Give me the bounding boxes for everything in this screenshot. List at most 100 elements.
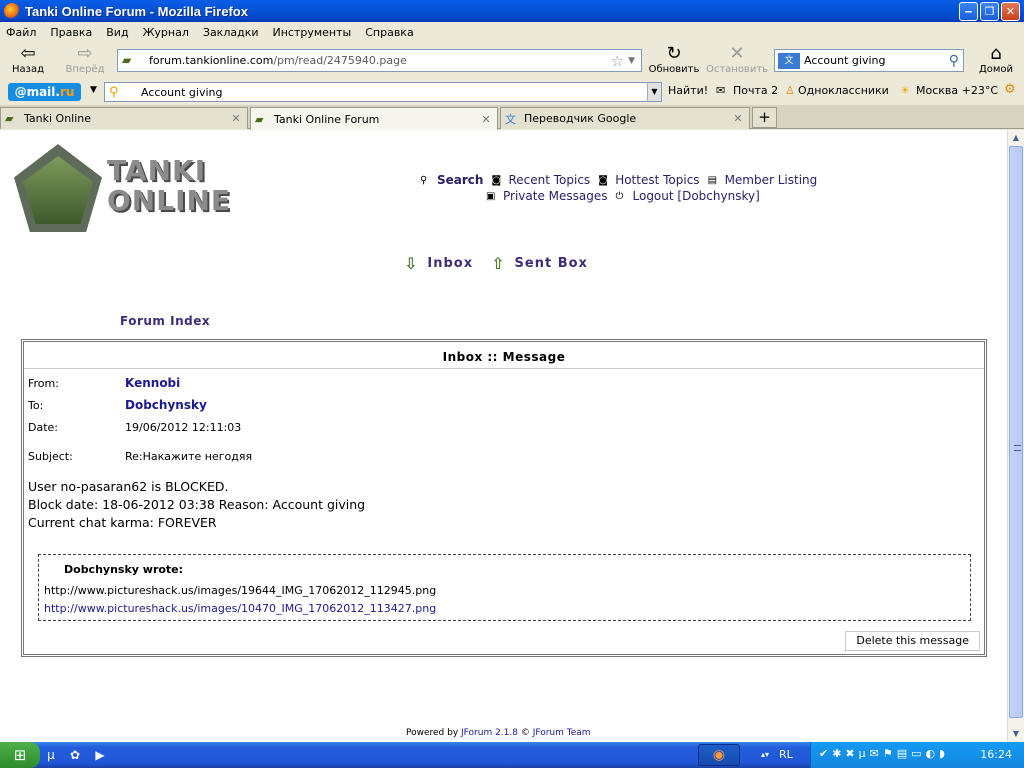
search-bar[interactable]: 文 Account giving ⚲: [774, 49, 964, 72]
subject-value: Re:Накажите негодяя: [125, 450, 253, 463]
date-label: Date:: [28, 421, 58, 434]
back-arrow-icon: ⇦: [20, 43, 36, 64]
hottest-topics-link[interactable]: ◙ Hottest Topics: [598, 173, 699, 187]
url-text[interactable]: forum.tankionline.com/pm/read/2475940.pa…: [149, 54, 611, 67]
minimize-button[interactable]: ‒: [959, 1, 978, 21]
clock: 16:24: [980, 748, 1012, 761]
forum-nav: ⚲ Search ◙ Recent Topics ◙ Hottest Topics ▤…: [420, 173, 840, 203]
tab-title: Tanki Online Forum: [274, 112, 380, 126]
search-input[interactable]: Account giving: [804, 54, 949, 67]
gear-icon[interactable]: ⚙: [1004, 82, 1016, 97]
scroll-thumb[interactable]: [1009, 146, 1023, 718]
quick-launch-icon[interactable]: ✿: [66, 746, 84, 764]
title-bar: Tanki Online Forum - Mozilla Firefox ‒ ❐…: [0, 0, 1024, 22]
mailru-find-button[interactable]: Найти!: [668, 84, 708, 97]
menu-help[interactable]: Справка: [365, 26, 413, 39]
to-user-link[interactable]: Dobchynsky: [125, 398, 207, 412]
forward-arrow-icon: ⇨: [77, 43, 93, 64]
mailru-lens-icon: ⚲: [109, 84, 119, 100]
search-icon: ⚲: [420, 174, 428, 186]
url-bar[interactable]: ▰ forum.tankionline.com/pm/read/2475940.…: [117, 49, 642, 72]
window-title: Tanki Online Forum - Mozilla Firefox: [25, 3, 248, 19]
private-messages-link[interactable]: ▣ Private Messages: [486, 189, 608, 203]
close-button[interactable]: ✕: [1001, 1, 1020, 21]
tank-favicon-icon: ▰: [255, 112, 264, 126]
scroll-up-icon[interactable]: ▲: [1008, 130, 1024, 146]
jforum-link[interactable]: JForum 2.1.8: [461, 728, 518, 738]
reload-icon: ↻: [666, 43, 682, 64]
private-messages-icon: ▣: [486, 190, 496, 202]
vertical-scrollbar[interactable]: ▲ ▼: [1007, 130, 1024, 742]
tab-bar: ▰ Tanki Online ✕ ▰ Tanki Online Forum ✕ …: [0, 105, 1024, 130]
bookmark-star-icon[interactable]: ☆: [611, 52, 624, 70]
home-label: Домой: [978, 64, 1014, 75]
jforum-team-link[interactable]: JForum Team: [533, 728, 591, 738]
maximize-button[interactable]: ❐: [980, 1, 999, 21]
new-tab-button[interactable]: +: [752, 107, 777, 128]
taskbar-firefox-button[interactable]: ◉: [698, 744, 740, 766]
body-line: Block date: 18-06-2012 03:38 Reason: Acc…: [28, 497, 366, 512]
menu-file[interactable]: Файл: [6, 26, 36, 39]
back-button[interactable]: ⇦ Назад: [10, 43, 46, 76]
tray-icons[interactable]: ✔✱✖µ✉⚑▤▭◐◗: [819, 747, 949, 760]
tab-close-icon[interactable]: ✕: [479, 113, 493, 126]
delete-message-button[interactable]: Delete this message: [845, 631, 980, 651]
member-listing-link[interactable]: ▤ Member Listing: [708, 173, 818, 187]
menu-edit[interactable]: Правка: [50, 26, 92, 39]
quote-link[interactable]: http://www.pictureshack.us/images/10470_…: [44, 600, 970, 618]
inbox-link[interactable]: ⇩ Inbox: [404, 254, 473, 273]
weather-icon: ☀: [900, 84, 910, 97]
recent-topics-link[interactable]: ◙ Recent Topics: [491, 173, 590, 187]
google-translate-icon: 文: [505, 112, 516, 126]
mailru-search-input[interactable]: Account giving: [129, 86, 647, 99]
windows-taskbar: ⊞ µ ✿ ▶ ◉ ▴▾ RL ✔✱✖µ✉⚑▤▭◐◗ 16:24: [0, 742, 1024, 768]
tab-google-translate[interactable]: 文 Переводчик Google ✕: [500, 107, 750, 129]
search-magnifier-icon[interactable]: ⚲: [949, 53, 959, 69]
tanki-online-logo[interactable]: TANKI ONLINE: [14, 144, 239, 234]
sent-box-link[interactable]: ⇧ Sent Box: [491, 254, 588, 273]
search-engine-icon[interactable]: 文: [778, 52, 800, 69]
search-link[interactable]: ⚲ Search: [420, 173, 483, 187]
logout-link[interactable]: ⏻ Logout [Dobchynsky]: [616, 189, 760, 203]
home-button[interactable]: ⌂ Домой: [978, 44, 1014, 76]
mail-envelope-icon: ✉: [716, 84, 726, 97]
weather-link[interactable]: Москва +23°C: [916, 84, 998, 97]
menu-bookmarks[interactable]: Закладки: [203, 26, 259, 39]
body-line: Current chat karma: FOREVER: [28, 515, 217, 530]
mailru-dropdown-icon[interactable]: ▼: [647, 83, 661, 101]
menu-view[interactable]: Вид: [106, 26, 128, 39]
taskbar-scroll-icon[interactable]: ▴▾: [756, 746, 774, 764]
mailru-search[interactable]: ⚲ Account giving ▼: [104, 82, 662, 102]
from-label: From:: [28, 377, 59, 390]
inbox-icon: ⇩: [404, 254, 419, 273]
member-listing-icon: ▤: [707, 174, 718, 186]
tab-title: Tanki Online: [24, 112, 92, 125]
media-player-icon[interactable]: ▶: [91, 746, 109, 764]
tab-tanki-online[interactable]: ▰ Tanki Online ✕: [0, 107, 248, 129]
recent-topics-icon: ◙: [491, 174, 502, 186]
sent-box-icon: ⇧: [491, 254, 506, 273]
language-indicator[interactable]: RL: [779, 748, 793, 761]
back-label: Назад: [11, 64, 44, 75]
tab-tanki-online-forum[interactable]: ▰ Tanki Online Forum ✕: [250, 107, 498, 130]
from-user-link[interactable]: Kennobi: [125, 376, 180, 390]
mailru-logo[interactable]: @mail.ru: [8, 83, 81, 101]
logo-text: TANKI ONLINE: [107, 154, 232, 217]
scroll-down-icon[interactable]: ▼: [1008, 726, 1024, 742]
tab-close-icon[interactable]: ✕: [731, 112, 745, 125]
tab-close-icon[interactable]: ✕: [229, 112, 243, 125]
start-button[interactable]: ⊞: [0, 742, 40, 768]
mailru-mail-link[interactable]: Почта 2: [733, 84, 778, 97]
forward-button[interactable]: ⇨ Вперёд: [63, 43, 107, 76]
stop-button[interactable]: ✕ Остановить: [705, 44, 769, 76]
menu-tools[interactable]: Инструменты: [273, 26, 352, 39]
forum-index-link[interactable]: Forum Index: [120, 314, 210, 328]
message-header: Inbox :: Message: [24, 342, 984, 369]
url-dropdown-icon[interactable]: ▼: [628, 56, 635, 66]
odnoklassniki-icon: ♙: [785, 84, 795, 97]
menu-history[interactable]: Журнал: [143, 26, 189, 39]
mailru-menu-icon[interactable]: ▼: [90, 85, 97, 95]
reload-button[interactable]: ↻ Обновить: [648, 43, 700, 76]
odnoklassniki-link[interactable]: Одноклассники: [798, 84, 889, 97]
utorrent-icon[interactable]: µ: [42, 746, 60, 764]
